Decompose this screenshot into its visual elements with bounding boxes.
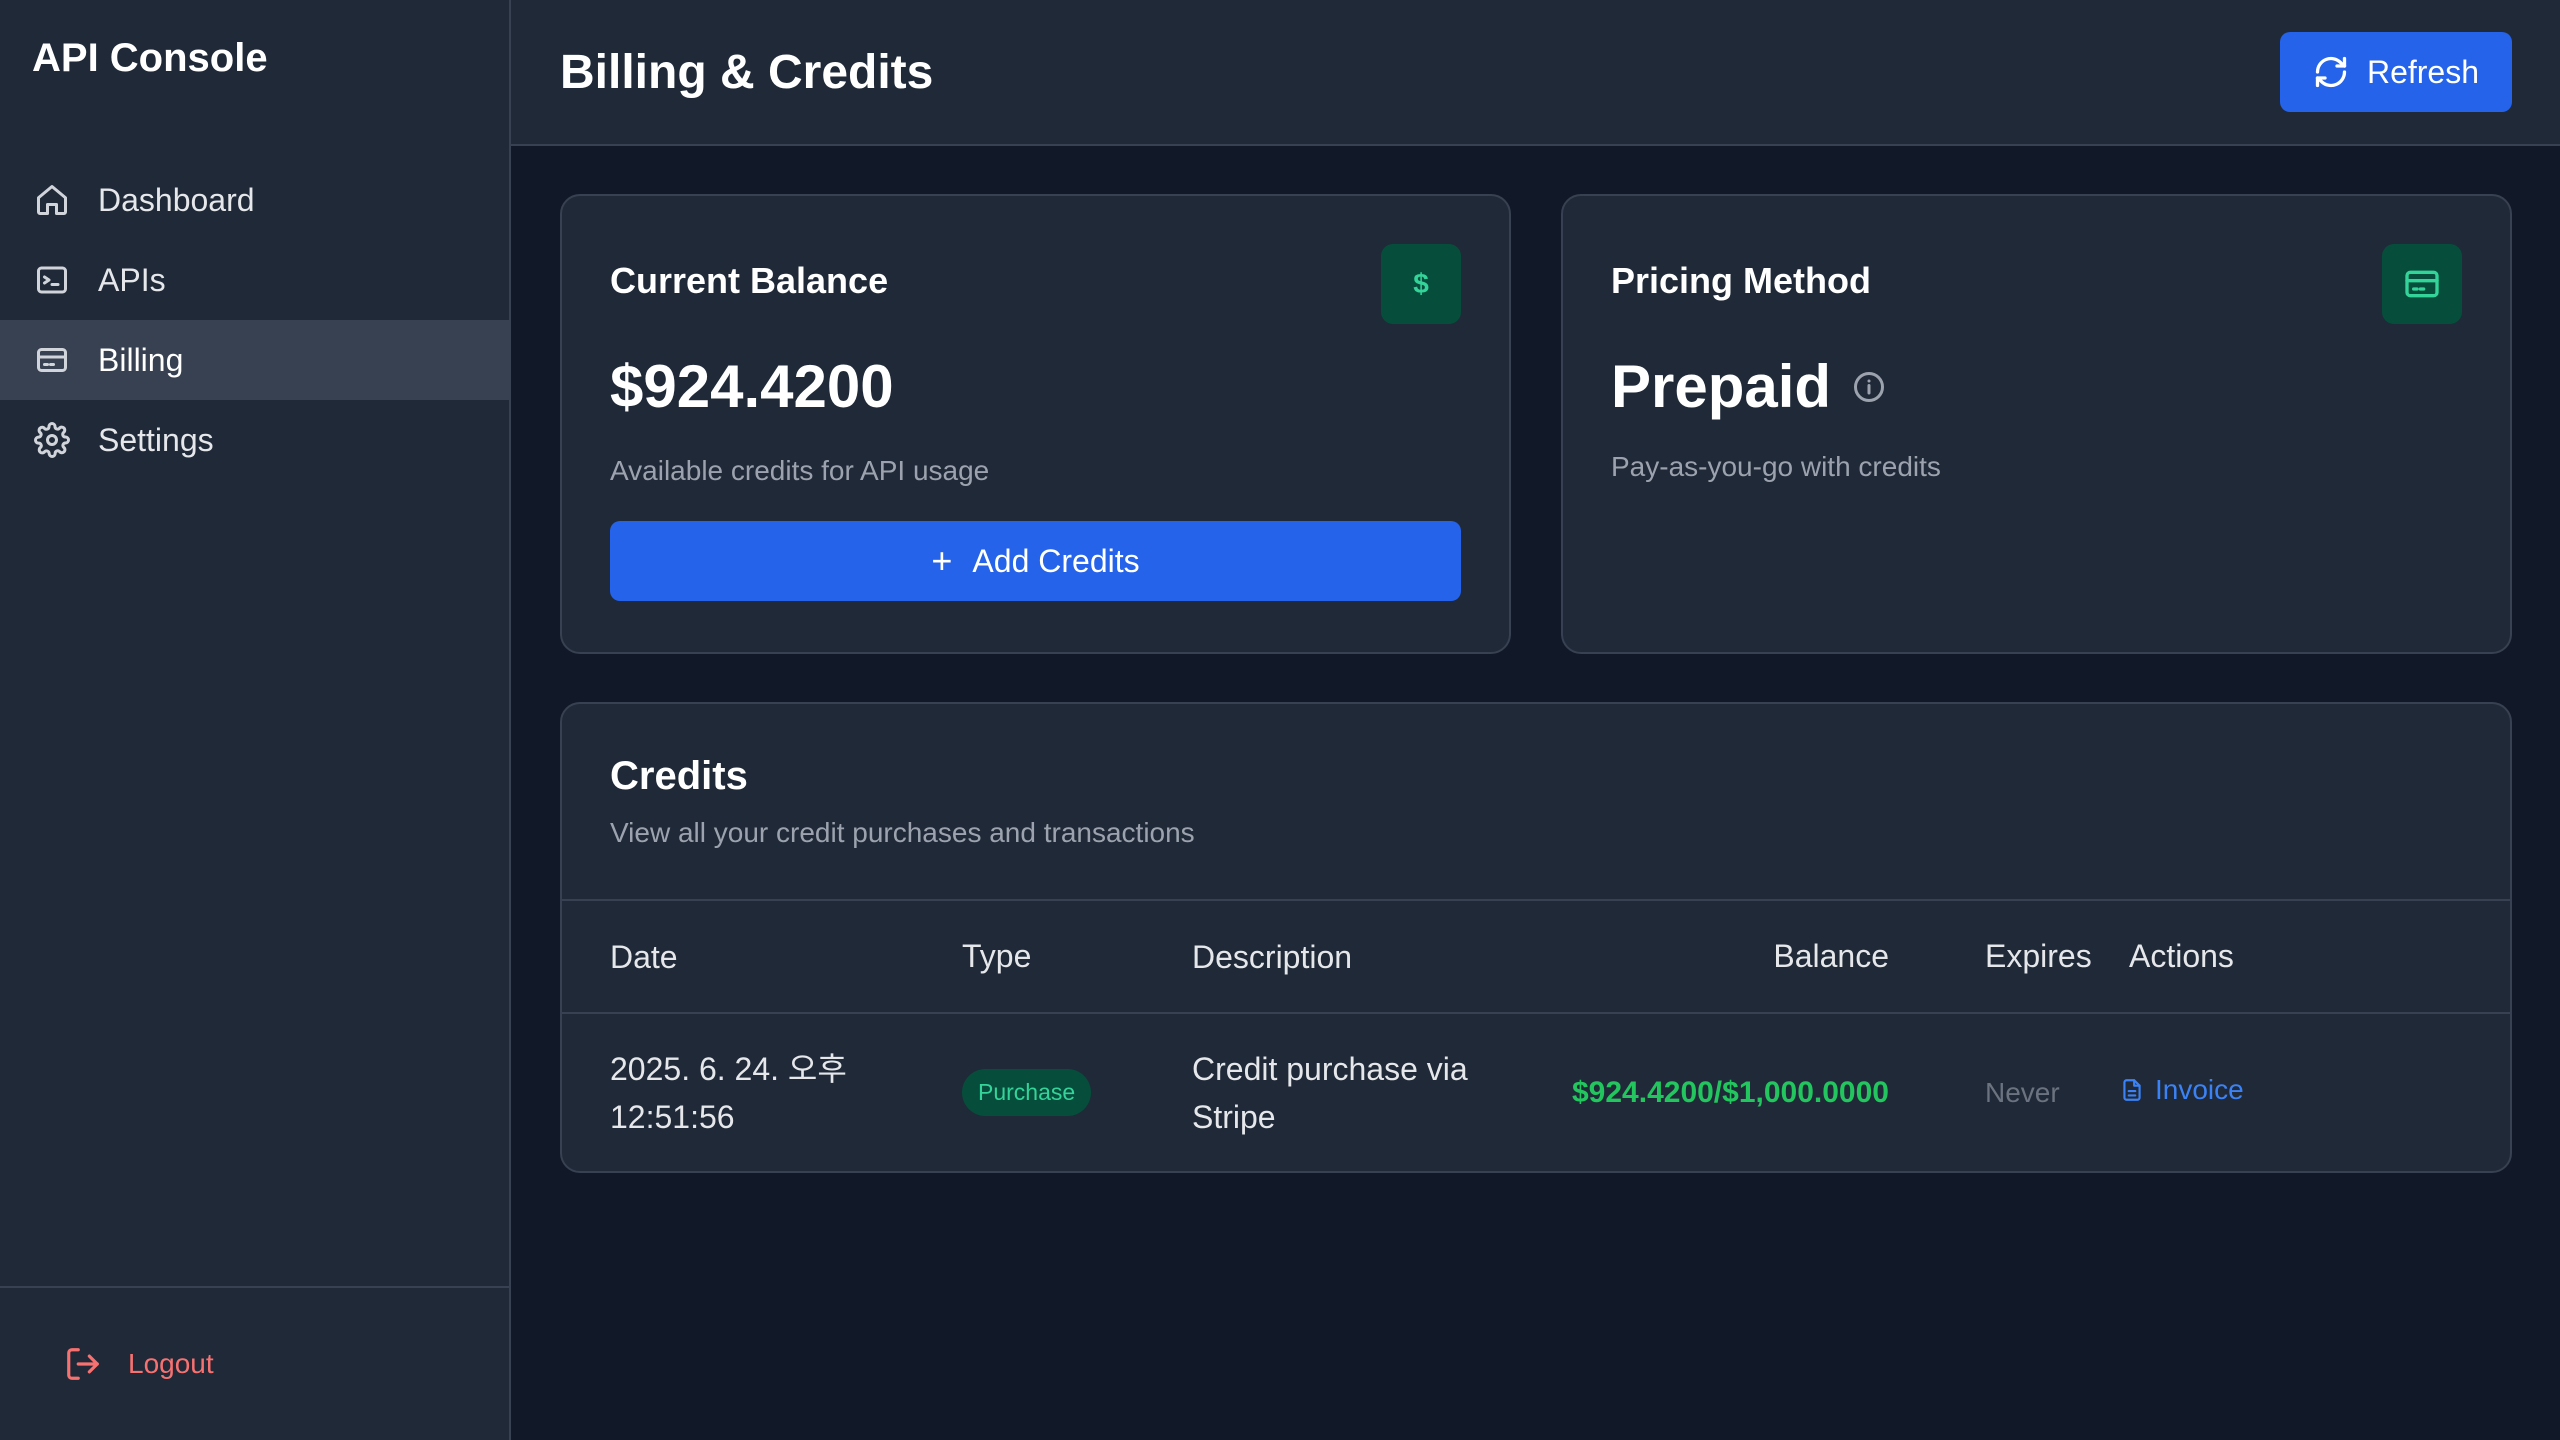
brand-title: API Console [32, 36, 268, 80]
sidebar-item-label: APIs [98, 261, 166, 298]
add-credits-button[interactable]: + Add Credits [610, 521, 1461, 601]
balance-card: Current Balance $ $924.4200 Available cr… [560, 194, 1511, 654]
table-row: 2025. 6. 24. 오후 12:51:56 Purchase Credit… [562, 1013, 2510, 1171]
cell-date: 2025. 6. 24. 오후 12:51:56 [562, 1013, 962, 1171]
sidebar-footer: Logout [0, 1286, 509, 1440]
column-header-type: Type [962, 901, 1192, 1014]
logout-icon [67, 1348, 99, 1380]
document-icon [2123, 1079, 2141, 1101]
sidebar-item-settings[interactable]: Settings [0, 400, 509, 480]
top-bar: Billing & Credits Refresh [511, 0, 2560, 146]
credits-subtitle: View all your credit purchases and trans… [610, 817, 1195, 848]
info-icon[interactable] [1851, 369, 1887, 405]
column-header-expires: Expires [1888, 901, 2129, 1014]
column-header-balance: Balance [1572, 901, 1889, 1014]
sidebar: API Console Dashboard APIs Billing Setti… [0, 0, 511, 1440]
cell-actions: Invoice [2123, 1013, 2510, 1171]
home-icon [34, 182, 70, 218]
table-header-row: Date Type Description Balance Expires Ac… [562, 901, 2510, 1014]
credits-title: Credits [610, 754, 748, 798]
credits-header: Credits View all your credit purchases a… [562, 704, 2510, 901]
pricing-card-title: Pricing Method [1611, 260, 1871, 301]
app-root: API Console Dashboard APIs Billing Setti… [0, 0, 2560, 1440]
logout-button[interactable]: Logout [64, 1345, 214, 1383]
type-badge: Purchase [962, 1069, 1092, 1116]
sidebar-item-apis[interactable]: APIs [0, 240, 509, 320]
sidebar-item-billing[interactable]: Billing [0, 320, 509, 400]
invoice-link[interactable]: Invoice [2119, 1074, 2244, 1106]
balance-subtitle: Available credits for API usage [610, 455, 990, 486]
cell-balance: $924.4200/$1,000.0000 [1572, 1075, 1889, 1109]
main-area: Billing & Credits Refresh Current Balanc… [511, 0, 2560, 1440]
pricing-value: Prepaid [1611, 353, 1832, 420]
column-header-date: Date [562, 901, 962, 1014]
credit-card-icon [34, 342, 70, 378]
add-credits-label: Add Credits [972, 542, 1140, 579]
sidebar-item-dashboard[interactable]: Dashboard [0, 160, 509, 240]
date-line: 2025. 6. 24. 오후 [610, 1050, 847, 1087]
column-header-description: Description [1192, 901, 1572, 1014]
dollar-icon: $ [1381, 244, 1461, 324]
sidebar-item-label: Settings [98, 421, 214, 458]
cell-type: Purchase [962, 1013, 1192, 1171]
credits-table: Date Type Description Balance Expires Ac… [562, 901, 2510, 1171]
refresh-label: Refresh [2366, 53, 2480, 90]
time-line: 12:51:56 [610, 1098, 735, 1135]
column-header-actions: Actions [2128, 901, 2510, 1014]
content: Current Balance $ $924.4200 Available cr… [511, 146, 2560, 1173]
credit-card-icon [2382, 244, 2462, 324]
pricing-subtitle: Pay-as-you-go with credits [1611, 451, 1941, 482]
refresh-icon [2315, 56, 2347, 88]
pricing-card: Pricing Method Prepaid Pay-as-you-go wit… [1561, 194, 2512, 654]
logout-label: Logout [128, 1348, 214, 1379]
cell-expires: Never [1984, 1076, 2060, 1108]
page-title: Billing & Credits [560, 45, 934, 99]
credits-table-card: Credits View all your credit purchases a… [560, 702, 2512, 1173]
description-line: Credit purchase via [1192, 1050, 1468, 1087]
description-line: Stripe [1192, 1098, 1276, 1135]
terminal-icon [34, 262, 70, 298]
sidebar-item-label: Billing [98, 341, 184, 378]
plus-icon: + [931, 540, 953, 581]
balance-card-title: Current Balance [610, 260, 889, 301]
pricing-value-row: Prepaid [1611, 352, 2462, 421]
sidebar-nav: Dashboard APIs Billing Settings [0, 160, 509, 480]
refresh-button[interactable]: Refresh [2280, 32, 2512, 112]
sidebar-item-label: Dashboard [98, 181, 255, 218]
balance-amount: $924.4200 [610, 353, 894, 420]
gear-icon [34, 422, 70, 458]
cell-description: Credit purchase via Stripe [1192, 1013, 1572, 1171]
summary-cards: Current Balance $ $924.4200 Available cr… [560, 194, 2512, 654]
invoice-label: Invoice [2154, 1074, 2244, 1105]
